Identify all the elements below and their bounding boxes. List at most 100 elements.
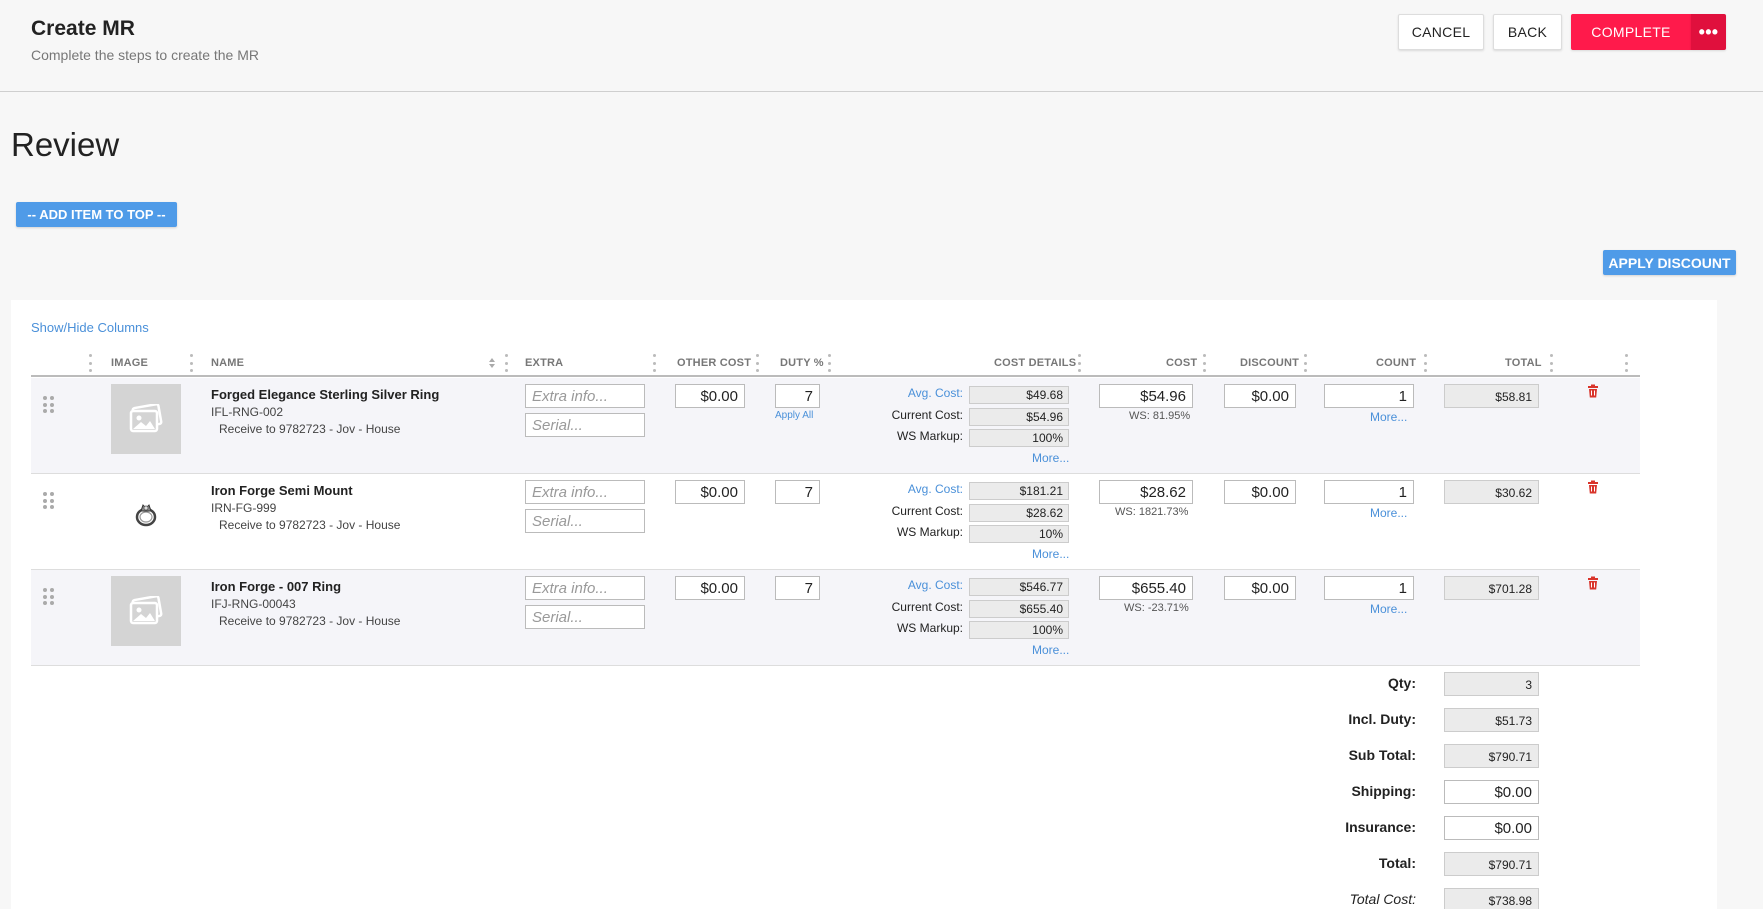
serial-input[interactable] (525, 605, 645, 629)
shipping-label: Shipping: (1351, 783, 1416, 799)
item-receive-location: Receive to 9782723 - Jov - House (219, 614, 401, 628)
row-total: $30.62 (1444, 480, 1539, 504)
page-header-title: Create MR (31, 17, 135, 40)
duty-input[interactable] (775, 480, 820, 504)
column-resize-handle[interactable] (1304, 354, 1308, 372)
column-resize-handle[interactable] (89, 354, 93, 372)
extra-info-input[interactable] (525, 480, 645, 504)
ws-markup-label: WS Markup: (896, 525, 963, 539)
trash-icon[interactable] (1587, 576, 1599, 590)
serial-input[interactable] (525, 413, 645, 437)
more-options-button[interactable]: ••• (1691, 14, 1726, 50)
qty-value: 3 (1444, 672, 1539, 696)
placeholder-image-icon (111, 384, 181, 454)
drag-handle-icon[interactable] (43, 492, 55, 510)
trash-icon[interactable] (1587, 480, 1599, 494)
subtotal-label: Sub Total: (1348, 747, 1416, 763)
qty-label: Qty: (1388, 675, 1416, 691)
count-more-link[interactable]: More... (1370, 410, 1407, 424)
count-input[interactable] (1324, 576, 1414, 600)
item-sku: IFL-RNG-002 (211, 405, 284, 419)
extra-info-input[interactable] (525, 576, 645, 600)
column-resize-handle[interactable] (190, 354, 194, 372)
column-resize-handle[interactable] (1550, 354, 1554, 372)
column-resize-handle[interactable] (1203, 354, 1207, 372)
insurance-input[interactable] (1444, 816, 1539, 840)
column-header-total: TOTAL (1505, 357, 1542, 369)
column-header-duty: DUTY % (780, 357, 824, 369)
cost-details-more-link[interactable]: More... (1032, 451, 1069, 465)
discount-input[interactable] (1224, 384, 1296, 408)
avg-cost-link[interactable]: Avg. Cost: (863, 578, 963, 592)
discount-input[interactable] (1224, 576, 1296, 600)
back-button[interactable]: BACK (1493, 14, 1562, 50)
duty-input[interactable] (775, 576, 820, 600)
cost-input[interactable] (1099, 576, 1193, 600)
column-resize-handle[interactable] (653, 354, 657, 372)
count-more-link[interactable]: More... (1370, 506, 1407, 520)
add-item-to-top-button[interactable]: -- ADD ITEM TO TOP -- (16, 202, 177, 227)
duty-input[interactable] (775, 384, 820, 408)
column-resize-handle[interactable] (1424, 354, 1428, 372)
current-cost-label: Current Cost: (891, 600, 963, 614)
row-total: $701.28 (1444, 576, 1539, 600)
cost-input[interactable] (1099, 480, 1193, 504)
count-more-link[interactable]: More... (1370, 602, 1407, 616)
ws-markup-label: WS Markup: (896, 621, 963, 635)
sort-icon[interactable] (488, 357, 496, 369)
drag-handle-icon[interactable] (43, 396, 55, 414)
table-header: IMAGE NAME EXTRA OTHER COST DUTY % COST … (31, 350, 1640, 377)
cost-details-more-link[interactable]: More... (1032, 547, 1069, 561)
avg-cost-value: $49.68 (969, 386, 1069, 404)
page-header: Create MR Complete the steps to create t… (0, 0, 1763, 92)
cost-input[interactable] (1099, 384, 1193, 408)
shipping-input[interactable] (1444, 780, 1539, 804)
extra-info-input[interactable] (525, 384, 645, 408)
cost-details-more-link[interactable]: More... (1032, 643, 1069, 657)
ws-percent: WS: -23.71% (1124, 602, 1189, 614)
column-header-name[interactable]: NAME (211, 357, 244, 369)
row-total: $58.81 (1444, 384, 1539, 408)
avg-cost-value: $181.21 (969, 482, 1069, 500)
avg-cost-value: $546.77 (969, 578, 1069, 596)
count-input[interactable] (1324, 384, 1414, 408)
ws-markup-value: 10% (969, 525, 1069, 543)
item-sku: IRN-FG-999 (211, 501, 277, 515)
cancel-button[interactable]: CANCEL (1398, 14, 1484, 50)
item-sku: IFJ-RNG-00043 (211, 597, 296, 611)
total-label: Total: (1378, 855, 1416, 871)
table-row: Iron Forge - 007 Ring IFJ-RNG-00043 Rece… (31, 570, 1640, 666)
item-name: Iron Forge - 007 Ring (211, 579, 342, 594)
count-input[interactable] (1324, 480, 1414, 504)
ws-percent: WS: 81.95% (1129, 410, 1191, 422)
serial-input[interactable] (525, 509, 645, 533)
apply-all-link[interactable]: Apply All (775, 410, 813, 421)
drag-handle-icon[interactable] (43, 588, 55, 606)
apply-discount-button[interactable]: APPLY DISCOUNT (1603, 250, 1736, 275)
column-header-discount: DISCOUNT (1240, 357, 1300, 369)
ws-markup-value: 100% (969, 621, 1069, 639)
avg-cost-link[interactable]: Avg. Cost: (863, 386, 963, 400)
total-cost-label: Total Cost: (1349, 891, 1416, 907)
column-header-cost-details: COST DETAILS (994, 357, 1077, 369)
column-header-image: IMAGE (111, 357, 149, 369)
avg-cost-link[interactable]: Avg. Cost: (863, 482, 963, 496)
column-header-count: COUNT (1376, 357, 1417, 369)
show-hide-columns-link[interactable]: Show/Hide Columns (31, 320, 149, 335)
item-receive-location: Receive to 9782723 - Jov - House (219, 422, 401, 436)
column-header-other-cost: OTHER COST (677, 357, 752, 369)
total-value: $790.71 (1444, 852, 1539, 876)
discount-input[interactable] (1224, 480, 1296, 504)
column-resize-handle[interactable] (1625, 354, 1629, 372)
other-cost-input[interactable] (675, 480, 745, 504)
other-cost-input[interactable] (675, 384, 745, 408)
trash-icon[interactable] (1587, 384, 1599, 398)
column-resize-handle[interactable] (828, 354, 832, 372)
column-resize-handle[interactable] (1078, 354, 1082, 372)
column-resize-handle[interactable] (756, 354, 760, 372)
placeholder-image-icon (111, 576, 181, 646)
other-cost-input[interactable] (675, 576, 745, 600)
column-resize-handle[interactable] (505, 354, 509, 372)
complete-button[interactable]: COMPLETE (1571, 14, 1691, 50)
item-name: Iron Forge Semi Mount (211, 483, 353, 498)
